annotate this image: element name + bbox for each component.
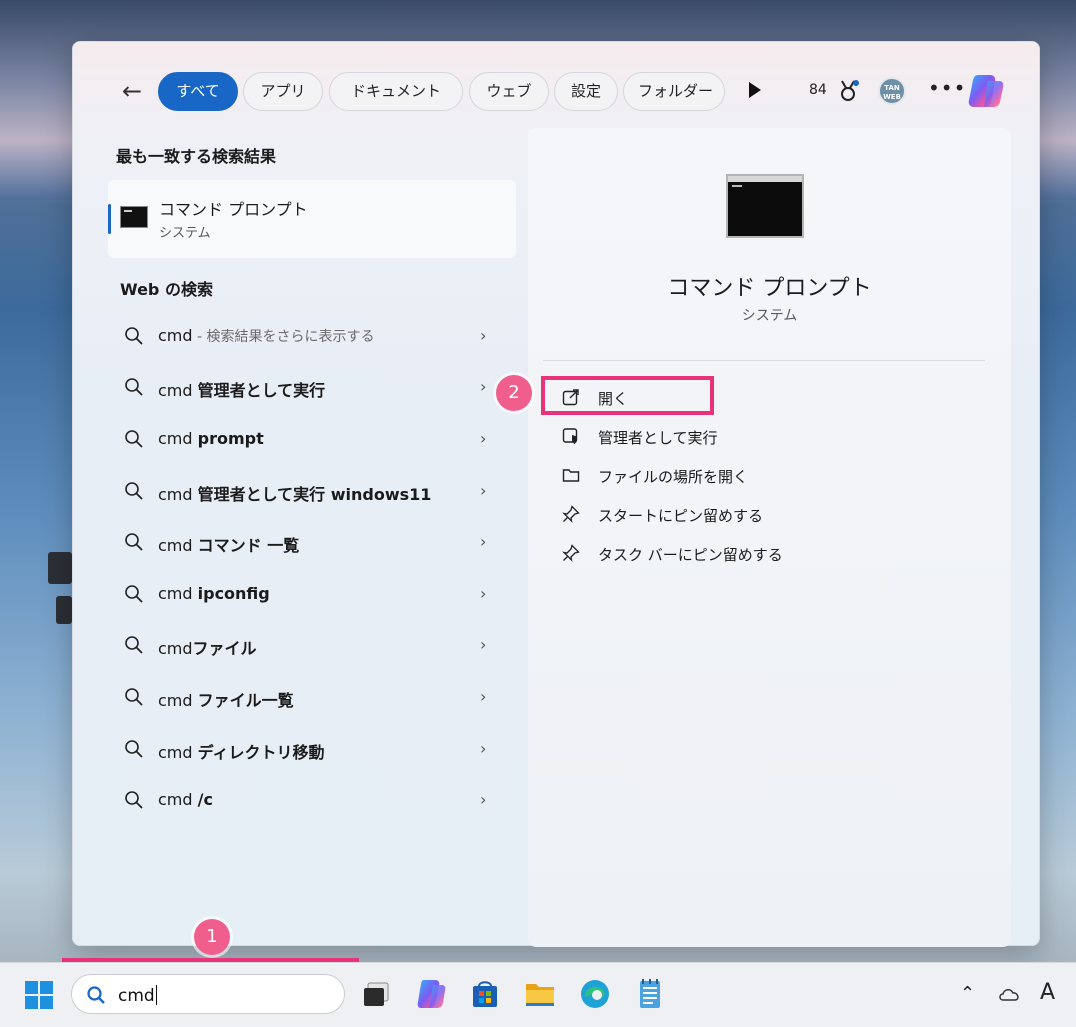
notepad-icon[interactable] xyxy=(633,977,667,1011)
chevron-right-icon[interactable]: › xyxy=(480,429,486,448)
action-run-as-admin[interactable]: 管理者として実行 xyxy=(558,421,938,451)
ime-mode-indicator[interactable]: A xyxy=(1040,980,1055,1005)
search-icon xyxy=(125,533,143,551)
pin-icon xyxy=(562,544,580,562)
selection-indicator xyxy=(108,204,111,234)
search-icon xyxy=(125,378,143,396)
search-icon xyxy=(125,740,143,758)
tab-all[interactable]: すべて xyxy=(158,72,238,111)
task-view-icon[interactable] xyxy=(360,977,394,1011)
rewards-medal-icon[interactable] xyxy=(837,79,859,103)
web-search-row[interactable]: cmd 管理者として実行 windows11 › xyxy=(108,468,516,514)
search-query: cmd xyxy=(118,985,157,1006)
web-search-query: cmd ファイル一覧 xyxy=(158,691,294,710)
web-search-row[interactable]: cmd prompt › xyxy=(108,416,516,462)
chevron-right-icon[interactable]: › xyxy=(480,326,486,345)
chevron-right-icon[interactable]: › xyxy=(480,584,486,603)
tab-documents[interactable]: ドキュメント xyxy=(329,72,463,111)
best-match-type: システム xyxy=(159,226,211,241)
back-arrow-icon[interactable]: ← xyxy=(117,76,147,106)
highlight-open-action xyxy=(541,376,714,415)
web-search-query: cmd 管理者として実行 windows11 xyxy=(158,485,432,504)
chevron-right-icon[interactable]: › xyxy=(480,687,486,706)
web-search-query: cmd prompt xyxy=(158,429,264,448)
web-search-row[interactable]: cmd /c › xyxy=(108,777,516,823)
web-search-query: cmdファイル xyxy=(158,639,257,658)
pin-icon xyxy=(562,505,580,523)
search-icon xyxy=(87,986,105,1004)
web-search-row[interactable]: cmdファイル › xyxy=(108,622,516,668)
taskbar-search-input[interactable]: cmd xyxy=(71,974,345,1014)
wallpaper-rock xyxy=(56,596,72,624)
web-search-row[interactable]: cmd - 検索結果をさらに表示する › xyxy=(108,313,516,359)
tab-folders[interactable]: フォルダー xyxy=(623,72,725,111)
scroll-right-icon[interactable] xyxy=(749,82,761,98)
web-search-row[interactable]: cmd コマンド 一覧 › xyxy=(108,519,516,565)
web-search-query: cmd コマンド 一覧 xyxy=(158,536,300,555)
action-open-file-location[interactable]: ファイルの場所を開く xyxy=(558,460,938,490)
divider xyxy=(543,360,985,361)
chevron-right-icon[interactable]: › xyxy=(480,377,486,396)
search-icon xyxy=(125,791,143,809)
best-match-name: コマンド プロンプト xyxy=(159,200,308,219)
chevron-right-icon[interactable]: › xyxy=(480,481,486,500)
callout-badge-2: 2 xyxy=(496,375,532,411)
action-pin-to-taskbar-label: タスク バーにピン留めする xyxy=(598,546,783,564)
chevron-right-icon[interactable]: › xyxy=(480,635,486,654)
chevron-right-icon[interactable]: › xyxy=(480,532,486,551)
edge-icon[interactable] xyxy=(578,977,612,1011)
web-search-heading: Web の検索 xyxy=(120,280,213,299)
text-cursor xyxy=(155,985,157,1005)
web-search-row[interactable]: cmd ディレクトリ移動 › xyxy=(108,726,516,772)
callout-badge-1: 1 xyxy=(194,919,230,955)
avatar[interactable]: TAN WEB xyxy=(878,77,906,105)
windows-start-icon[interactable] xyxy=(24,980,54,1010)
search-icon xyxy=(125,430,143,448)
tab-web[interactable]: ウェブ xyxy=(469,72,549,111)
tab-apps[interactable]: アプリ xyxy=(243,72,323,111)
file-explorer-icon[interactable] xyxy=(523,977,557,1011)
action-pin-to-start[interactable]: スタートにピン留めする xyxy=(558,499,938,529)
search-icon xyxy=(125,585,143,603)
web-search-query: cmd - 検索結果をさらに表示する xyxy=(158,326,375,345)
command-prompt-large-icon xyxy=(726,174,804,238)
wallpaper-rock xyxy=(48,552,72,584)
web-search-query: cmd 管理者として実行 xyxy=(158,381,326,400)
detail-pane: コマンド プロンプト システム 開く 管理者として実行 ファイルの場所を開く ス… xyxy=(528,128,1011,947)
web-search-query: cmd /c xyxy=(158,790,213,809)
web-search-row[interactable]: cmd ファイル一覧 › xyxy=(108,674,516,720)
web-search-row[interactable]: cmd 管理者として実行 › xyxy=(108,364,516,410)
action-pin-to-taskbar[interactable]: タスク バーにピン留めする xyxy=(558,538,938,568)
action-run-as-admin-label: 管理者として実行 xyxy=(598,429,718,447)
search-icon xyxy=(125,688,143,706)
detail-app-type: システム xyxy=(741,308,798,324)
search-panel: ← すべて アプリ ドキュメント ウェブ 設定 フォルダー 84 TAN WEB… xyxy=(72,41,1040,947)
action-pin-to-start-label: スタートにピン留めする xyxy=(598,507,764,525)
store-icon[interactable] xyxy=(468,977,502,1011)
shield-run-icon xyxy=(562,428,578,444)
chevron-right-icon[interactable]: › xyxy=(480,739,486,758)
web-search-query: cmd ipconfig xyxy=(158,584,270,603)
filter-bar: ← すべて アプリ ドキュメント ウェブ 設定 フォルダー 84 TAN WEB… xyxy=(73,42,1039,142)
copilot-icon[interactable] xyxy=(414,977,448,1011)
best-match-heading: 最も一致する検索結果 xyxy=(116,147,277,166)
onedrive-cloud-icon[interactable] xyxy=(997,985,1021,1003)
tab-settings[interactable]: 設定 xyxy=(554,72,618,111)
action-open-file-location-label: ファイルの場所を開く xyxy=(598,468,749,486)
command-prompt-icon xyxy=(120,206,148,228)
best-match-card[interactable]: コマンド プロンプト システム xyxy=(108,180,516,258)
more-options-icon[interactable]: ••• xyxy=(928,76,966,100)
search-icon xyxy=(125,482,143,500)
search-icon xyxy=(125,327,143,345)
folder-icon xyxy=(562,469,580,482)
taskbar: cmd ⌃ A xyxy=(0,962,1076,1027)
show-hidden-icons-chevron-icon[interactable]: ⌃ xyxy=(960,983,975,1004)
web-search-row[interactable]: cmd ipconfig › xyxy=(108,571,516,617)
detail-app-name: コマンド プロンプト xyxy=(667,276,872,301)
search-icon xyxy=(125,636,143,654)
rewards-points: 84 xyxy=(809,82,827,98)
chevron-right-icon[interactable]: › xyxy=(480,790,486,809)
web-search-query: cmd ディレクトリ移動 xyxy=(158,743,325,762)
copilot-icon[interactable] xyxy=(966,72,1006,110)
